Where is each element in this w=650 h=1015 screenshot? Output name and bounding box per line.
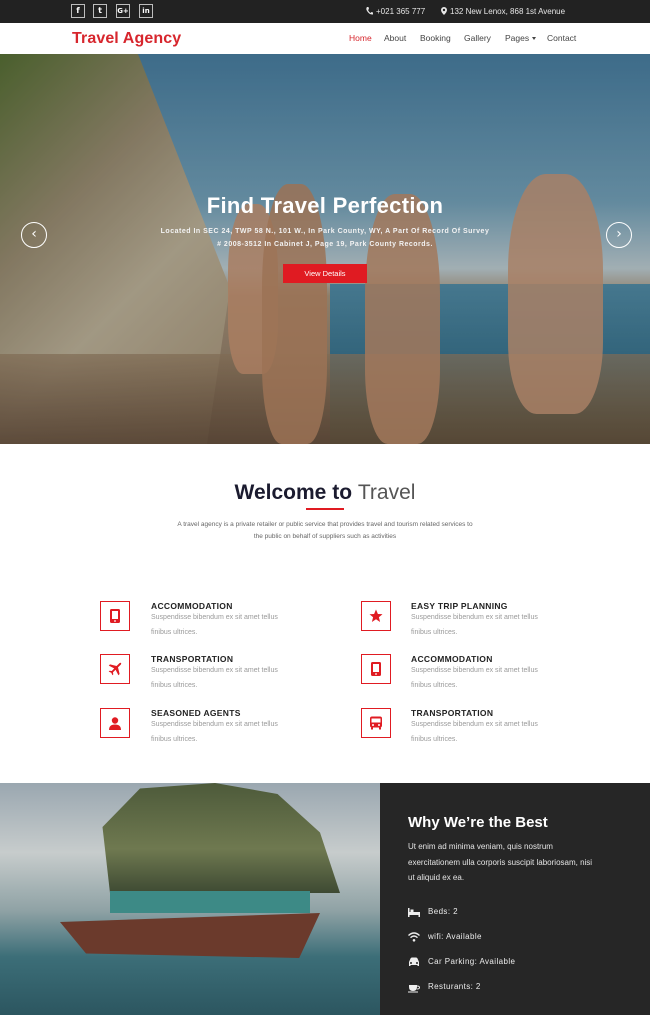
- slider-next-button[interactable]: ›: [606, 222, 632, 248]
- nav-booking[interactable]: Booking: [420, 23, 451, 54]
- phone-icon: [366, 7, 373, 15]
- feature-description: Suspendisse bibendum ex sit amet tellus …: [151, 614, 278, 636]
- facebook-icon[interactable]: f: [71, 4, 85, 18]
- hero-slider: ‹ › Find Travel Perfection Located In SE…: [0, 54, 650, 444]
- view-details-button[interactable]: View Details: [283, 264, 367, 283]
- photo-canopy: [110, 891, 310, 913]
- nav-contact[interactable]: Contact: [547, 23, 576, 54]
- hero-title: Find Travel Perfection: [206, 193, 444, 218]
- nav-pages[interactable]: Pages: [505, 23, 537, 54]
- phone-number: +021 365 777: [376, 7, 426, 16]
- photo-boat: [60, 913, 320, 958]
- site-logo[interactable]: Travel Agency: [72, 30, 181, 48]
- photo-rock: [102, 783, 340, 893]
- restaurant-icon: [408, 985, 420, 993]
- amenity-beds: Beds: 2: [428, 907, 458, 916]
- car-icon: [409, 957, 419, 966]
- feature-description: Suspendisse bibendum ex sit amet tellus …: [411, 721, 538, 743]
- welcome-title-bold: Welcome to: [234, 481, 353, 504]
- top-bar: f t G+ in +021 365 777 132 New Lenox, 86…: [0, 0, 650, 23]
- title-underline: [306, 508, 344, 510]
- feature-title: ACCOMMODATION: [411, 654, 493, 664]
- amenity-parking: Car Parking: Available: [428, 957, 516, 966]
- map-marker-icon: [441, 7, 447, 15]
- feature-title: ACCOMMODATION: [151, 601, 233, 611]
- boat-photo: [0, 783, 380, 1015]
- linkedin-icon[interactable]: in: [139, 4, 153, 18]
- why-title: Why We’re the Best: [408, 814, 548, 831]
- feature-title: TRANSPORTATION: [151, 654, 234, 664]
- bed-icon: [408, 908, 420, 917]
- nav-about[interactable]: About: [384, 23, 406, 54]
- wifi-icon: [408, 932, 420, 942]
- plane-icon: [100, 654, 130, 684]
- slider-prev-button[interactable]: ‹: [21, 222, 47, 248]
- mobile-icon: [100, 601, 130, 631]
- why-text: Ut enim ad minima veniam, quis nostrum e…: [408, 842, 593, 882]
- welcome-title-light: Travel: [357, 481, 416, 504]
- amenity-restaurants: Resturants: 2: [428, 982, 481, 991]
- main-header: Travel Agency Home About Booking Gallery…: [0, 23, 650, 54]
- nav-gallery[interactable]: Gallery: [464, 23, 491, 54]
- user-icon: [100, 708, 130, 738]
- mobile-icon: [361, 654, 391, 684]
- feature-title: SEASONED AGENTS: [151, 708, 241, 718]
- address-text: 132 New Lenox, 868 1st Avenue: [450, 7, 566, 16]
- feature-description: Suspendisse bibendum ex sit amet tellus …: [411, 614, 538, 636]
- nav-home[interactable]: Home: [349, 23, 372, 54]
- chevron-down-icon: [532, 37, 537, 40]
- google-plus-icon[interactable]: G+: [116, 4, 130, 18]
- feature-title: EASY TRIP PLANNING: [411, 601, 508, 611]
- bus-icon: [361, 708, 391, 738]
- feature-description: Suspendisse bibendum ex sit amet tellus …: [411, 667, 538, 689]
- star-icon: [361, 601, 391, 631]
- twitter-icon[interactable]: t: [93, 4, 107, 18]
- nav-pages-label: Pages: [505, 33, 530, 43]
- feature-title: TRANSPORTATION: [411, 708, 494, 718]
- address-contact: 132 New Lenox, 868 1st Avenue: [441, 0, 565, 23]
- feature-description: Suspendisse bibendum ex sit amet tellus …: [151, 721, 278, 743]
- welcome-title: Welcome to Travel: [0, 481, 650, 505]
- hero-subtitle: Located In SEC 24, TWP 58 N., 101 W., In…: [160, 228, 490, 248]
- phone-contact: +021 365 777: [366, 0, 425, 23]
- feature-description: Suspendisse bibendum ex sit amet tellus …: [151, 667, 278, 689]
- amenity-wifi: wifi: Available: [428, 932, 482, 941]
- welcome-text: A travel agency is a private retailer or…: [177, 521, 473, 540]
